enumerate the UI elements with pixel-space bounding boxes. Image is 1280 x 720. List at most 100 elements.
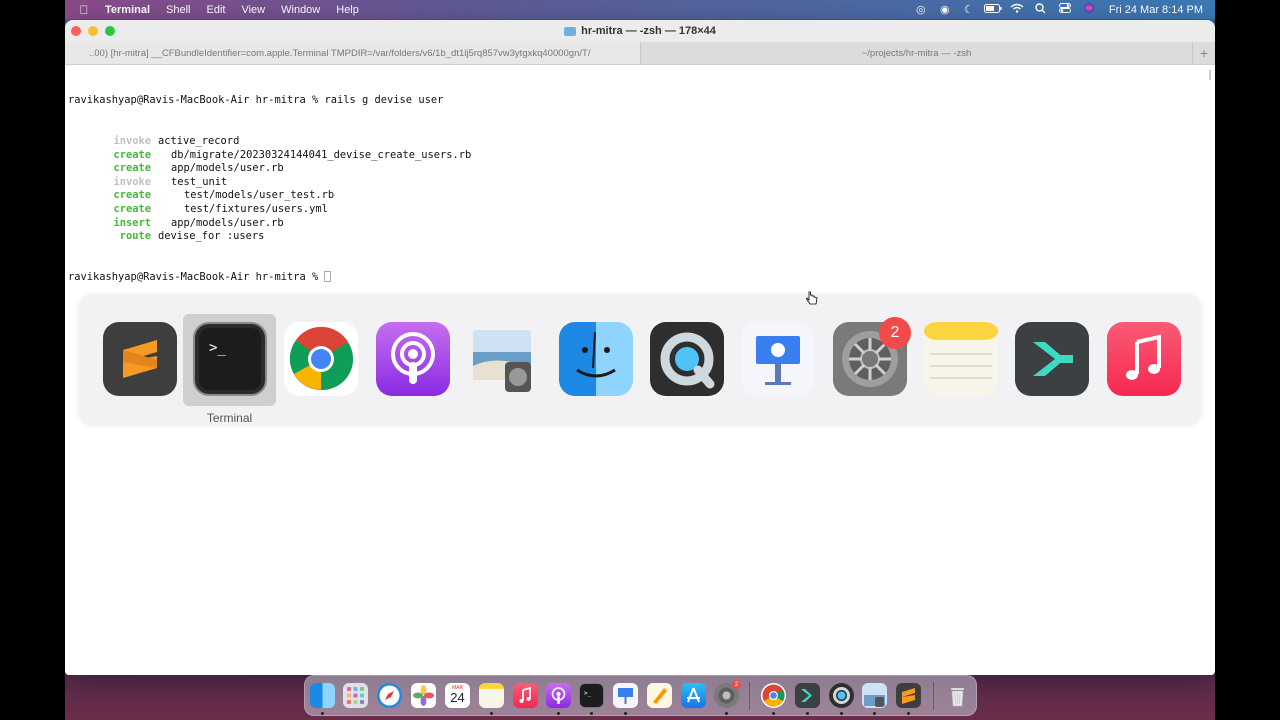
control-center-icon[interactable] [1053,3,1077,16]
dock-preview-icon[interactable] [862,683,887,708]
dock-app-store-icon[interactable] [681,683,706,708]
desktop:  Terminal Shell Edit View Window Help ◎… [65,0,1215,720]
output-line: route devise_for :users [68,230,1209,244]
output-line: create test/models/user_test.rb [68,189,1209,203]
running-indicator [907,712,910,715]
tab-1-label: ..00) [hr-mitra] __CFBundleIdentifier=co… [89,47,591,59]
dock-music-icon[interactable] [513,683,538,708]
system-preferences-badge-count: 2 [890,324,900,341]
dock-terminal-icon[interactable]: >_ [579,683,604,708]
output-line: invoke active_record [68,135,1209,149]
output-action: insert [113,216,151,229]
preview-icon[interactable] [467,322,541,396]
dock-podcasts-icon[interactable] [546,683,571,708]
final-prompt-line: ravikashyap@Ravis-MacBook-Air hr-mitra % [68,270,1209,285]
dock-calendar-icon[interactable]: MAR 24 [445,683,470,708]
dock-trash-icon[interactable] [945,683,970,708]
menu-view[interactable]: View [233,4,273,16]
output-action: create [113,162,151,175]
running-indicator [624,712,627,715]
dock-separator [749,682,750,710]
notes-icon[interactable] [924,322,998,396]
dock-pages-icon[interactable] [647,683,672,708]
quicktime-icon[interactable] [650,322,724,396]
focus-icon[interactable]: ◉ [933,3,957,16]
output-action: invoke [113,175,151,188]
output-path: devise_for :users [158,230,265,243]
tab-2[interactable]: ~/projects/hr-mitra — -zsh [641,42,1193,64]
dock-launchpad-icon[interactable] [343,683,368,708]
folder-icon [564,26,577,36]
finder-icon[interactable] [559,322,633,396]
window-titlebar[interactable]: hr-mitra — -zsh — 178×44 [65,20,1215,42]
dock-settings-badge-count: 2 [734,681,739,688]
podcasts-icon[interactable] [376,322,450,396]
sublime-text-icon[interactable] [103,322,177,396]
output-line: insert app/models/user.rb [68,217,1209,231]
zoom-button[interactable] [105,26,115,36]
output-path: app/models/user.rb [171,216,284,229]
output-path: app/models/user.rb [171,162,284,175]
output-line: create app/models/user.rb [68,162,1209,176]
new-tab-button[interactable]: + [1193,42,1215,64]
dock-photos-icon[interactable] [411,683,436,708]
menu-app-name[interactable]: Terminal [103,4,158,16]
running-indicator [840,712,843,715]
dock-sublime-merge-icon[interactable] [795,683,820,708]
prompt-line: ravikashyap@Ravis-MacBook-Air hr-mitra %… [68,94,444,107]
wifi-icon[interactable] [1005,3,1029,16]
scrollbar[interactable] [1209,70,1211,80]
dock-keynote-icon[interactable] [613,683,638,708]
menu-shell[interactable]: Shell [158,4,198,16]
battery-icon[interactable] [981,3,1005,16]
output-action: invoke [113,134,151,147]
dock-sublime-text-icon[interactable] [896,683,921,708]
record-icon[interactable]: ◎ [909,3,933,16]
siri-icon[interactable] [1077,2,1101,17]
moon-icon[interactable]: ☾ [957,3,981,16]
music-icon[interactable] [1107,322,1181,396]
close-button[interactable] [71,26,81,36]
final-prompt: ravikashyap@Ravis-MacBook-Air hr-mitra % [68,270,325,283]
sublime-merge-icon[interactable] [1015,322,1089,396]
running-indicator [806,712,809,715]
running-indicator [873,712,876,715]
tab-1[interactable]: ..00) [hr-mitra] __CFBundleIdentifier=co… [65,42,641,64]
tab-2-label: ~/projects/hr-mitra — -zsh [861,47,972,59]
dock-notes-icon[interactable] [479,683,504,708]
search-icon[interactable] [1029,2,1053,17]
terminal-window: hr-mitra — -zsh — 178×44 ..00) [hr-mitra… [65,20,1215,675]
running-indicator [590,712,593,715]
output-path: test/fixtures/users.yml [184,202,328,215]
text-cursor [324,270,332,282]
dock-chrome-icon[interactable] [761,683,786,708]
dock-quicktime-icon[interactable] [829,683,854,708]
chrome-icon[interactable] [284,322,358,396]
app-switcher: >_ 2 Terminal [78,294,1202,426]
calendar-day: 24 [450,690,465,705]
output-action: route [119,230,151,243]
window-controls [71,26,115,36]
menu-window[interactable]: Window [273,4,328,16]
output-line: invoke test_unit [68,176,1209,190]
window-title: hr-mitra — -zsh — 178×44 [581,25,716,37]
dock-finder-icon[interactable] [310,683,335,708]
apple-menu-icon[interactable]:  [65,3,103,17]
terminal-icon[interactable]: >_ [193,322,267,396]
output-action: create [113,189,151,202]
terminal-output[interactable]: ravikashyap@Ravis-MacBook-Air hr-mitra %… [68,67,1209,312]
svg-text:>_: >_ [584,690,592,697]
menu-bar:  Terminal Shell Edit View Window Help ◎… [65,0,1215,19]
menu-edit[interactable]: Edit [199,4,234,16]
dock-safari-icon[interactable] [377,683,402,708]
menu-help[interactable]: Help [328,4,367,16]
output-path: active_record [158,134,240,147]
output-path: test/models/user_test.rb [184,189,335,202]
minimize-button[interactable] [88,26,98,36]
output-path: db/migrate/20230324144041_devise_create_… [171,148,472,161]
keynote-icon[interactable] [741,322,815,396]
dock-separator [933,682,934,710]
running-indicator [772,712,775,715]
output-path: test_unit [171,175,228,188]
menu-clock[interactable]: Fri 24 Mar 8:14 PM [1101,4,1203,16]
